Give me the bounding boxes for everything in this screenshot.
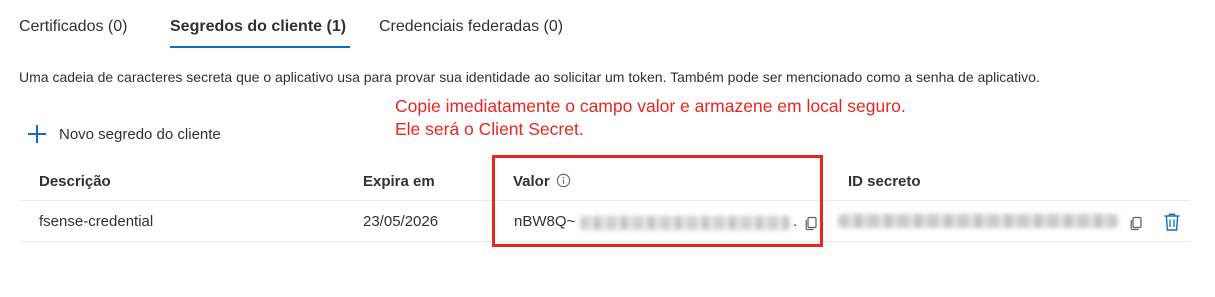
column-header-description: Descrição — [39, 173, 111, 190]
redacted-secret-id — [838, 214, 1118, 228]
annotation-line-1: Copie imediatamente o campo valor e arma… — [395, 96, 906, 116]
tab-certificados[interactable]: Certificados (0) — [19, 18, 127, 36]
copy-icon[interactable] — [1128, 215, 1144, 236]
plus-icon — [27, 124, 47, 144]
section-description: Uma cadeia de caracteres secreta que o a… — [19, 69, 1040, 85]
new-client-secret-label: Novo segredo do cliente — [59, 125, 221, 143]
active-tab-indicator — [170, 46, 350, 48]
new-client-secret-button[interactable]: Novo segredo do cliente — [27, 124, 221, 144]
annotation-note: Copie imediatamente o campo valor e arma… — [395, 95, 906, 141]
column-header-expires: Expira em — [363, 173, 435, 190]
trash-icon[interactable] — [1163, 212, 1181, 237]
annotation-line-2: Ele será o Client Secret. — [395, 119, 584, 139]
tab-bar: Certificados (0) Segredos do cliente (1)… — [19, 18, 1199, 52]
tab-credenciais-federadas[interactable]: Credenciais federadas (0) — [379, 18, 563, 36]
cell-expires: 23/05/2026 — [363, 213, 439, 230]
column-header-secret-id: ID secreto — [848, 173, 921, 190]
value-highlight-box — [492, 155, 823, 247]
tab-segredos-do-cliente[interactable]: Segredos do cliente (1) — [170, 18, 346, 36]
cell-description: fsense-credential — [39, 213, 154, 230]
